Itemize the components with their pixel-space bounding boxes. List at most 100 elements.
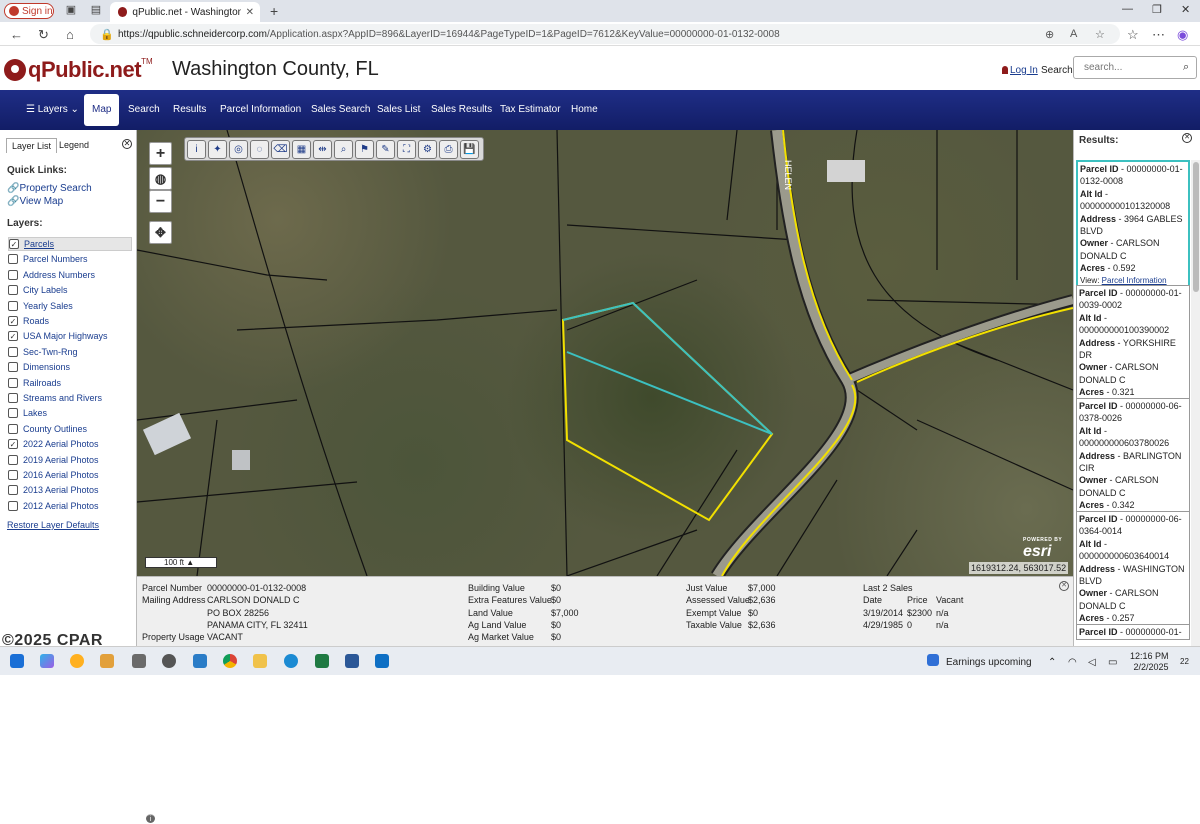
- scale-bar[interactable]: 100 ft ▲: [145, 557, 217, 568]
- zoom-out-button[interactable]: −: [149, 190, 172, 213]
- zoom-in-button[interactable]: +: [149, 142, 172, 165]
- layer-checkbox[interactable]: [8, 500, 18, 511]
- extent-icon[interactable]: ⛶: [397, 139, 416, 159]
- close-results-icon[interactable]: ✕: [1182, 133, 1192, 143]
- share-icon[interactable]: ⚙: [418, 139, 437, 159]
- nav-sales-results[interactable]: Sales Results: [423, 90, 500, 130]
- back-icon[interactable]: ←: [10, 27, 23, 42]
- search-input[interactable]: search...: [1073, 56, 1197, 79]
- news-widget-label[interactable]: Earnings upcoming: [946, 657, 1032, 668]
- layer-item[interactable]: Railroads: [8, 376, 132, 390]
- search-icon[interactable]: ⌕: [1183, 61, 1189, 74]
- search-map-icon[interactable]: ⌕: [334, 139, 353, 159]
- measure-icon[interactable]: ⇹: [313, 139, 332, 159]
- login-link[interactable]: Log In: [1010, 65, 1038, 76]
- favorites-icon[interactable]: ☆: [1127, 27, 1139, 43]
- outlook-icon[interactable]: [375, 654, 389, 668]
- layer-checkbox[interactable]: [8, 454, 18, 465]
- result-card[interactable]: Parcel ID - 00000000-06-0378-0026 Alt Id …: [1076, 398, 1190, 527]
- save-icon[interactable]: 💾: [460, 139, 479, 159]
- firefox-icon[interactable]: [70, 654, 84, 668]
- pan-button[interactable]: ✥: [149, 221, 172, 244]
- nav-results[interactable]: Results: [165, 90, 214, 130]
- layer-checkbox[interactable]: [8, 470, 18, 480]
- close-info-icon[interactable]: ✕: [1059, 581, 1069, 591]
- layer-checkbox[interactable]: [8, 362, 18, 373]
- volume-icon[interactable]: ◁: [1088, 657, 1096, 668]
- nav-sales-list[interactable]: Sales List: [369, 90, 428, 130]
- layer-checkbox[interactable]: [8, 377, 18, 388]
- layer-item[interactable]: Address Numbers: [8, 268, 132, 282]
- excel-icon[interactable]: [315, 654, 329, 668]
- url-field[interactable]: 🔒 https://qpublic.schneidercorp.com/Appl…: [90, 24, 1120, 44]
- layer-checkbox[interactable]: [8, 254, 18, 265]
- network-icon[interactable]: ◠: [1068, 657, 1077, 668]
- layer-item[interactable]: 2013 Aerial Photos: [8, 483, 132, 497]
- browser-signin-button[interactable]: Sign in: [4, 3, 54, 19]
- tab-layer-list[interactable]: Layer List: [6, 138, 58, 153]
- qpublic-logo[interactable]: qPublic.net TM: [4, 57, 153, 83]
- maximize-icon[interactable]: ❐: [1152, 3, 1162, 16]
- layer-info-icon[interactable]: i: [146, 814, 155, 823]
- layer-item[interactable]: 2012 Aerial Photos: [8, 499, 132, 513]
- pencil-icon[interactable]: ✎: [376, 139, 395, 159]
- globe-button[interactable]: ◍: [149, 167, 172, 190]
- result-card[interactable]: Parcel ID - 00000000-01-0039-0002 Alt Id …: [1076, 285, 1190, 414]
- zoom-icon[interactable]: ⊕: [1045, 28, 1054, 41]
- layer-checkbox[interactable]: [8, 269, 18, 280]
- tab-legend[interactable]: Legend: [54, 138, 94, 152]
- layer-item[interactable]: Dimensions: [8, 360, 132, 374]
- snipping-tool-icon[interactable]: [193, 654, 207, 668]
- read-aloud-icon[interactable]: A: [1070, 28, 1077, 40]
- layer-checkbox[interactable]: [8, 300, 18, 311]
- workspaces-icon[interactable]: ▣: [65, 4, 77, 16]
- nav-home[interactable]: Home: [563, 90, 606, 130]
- close-panel-icon[interactable]: ✕: [122, 139, 132, 149]
- new-tab-icon[interactable]: +: [270, 3, 278, 19]
- layer-item[interactable]: County Outlines: [8, 422, 132, 436]
- layer-item[interactable]: Lakes: [8, 406, 132, 420]
- result-card[interactable]: Parcel ID - 00000000-01-0132-0008 Alt Id …: [1076, 160, 1190, 291]
- notification-badge[interactable]: 22: [1180, 657, 1189, 666]
- layer-item[interactable]: Yearly Sales: [8, 299, 132, 313]
- layer-item[interactable]: ✓ Parcels i: [8, 237, 155, 823]
- layer-item[interactable]: 2019 Aerial Photos: [8, 453, 132, 467]
- nav-layers[interactable]: ☰ Layers ⌄: [18, 90, 87, 130]
- stamp-icon[interactable]: ⚑: [355, 139, 374, 159]
- layer-checkbox[interactable]: ✓: [8, 316, 18, 326]
- close-tab-icon[interactable]: ✕: [246, 7, 254, 18]
- copilot-app-icon[interactable]: [40, 654, 54, 668]
- layer-checkbox[interactable]: [8, 485, 18, 496]
- file-explorer-icon[interactable]: [100, 654, 114, 668]
- scroll-thumb[interactable]: [1193, 162, 1199, 292]
- home-icon[interactable]: ⌂: [66, 27, 74, 42]
- result-card[interactable]: Parcel ID - 00000000-06-0364-0014 Alt Id …: [1076, 511, 1190, 640]
- layer-item[interactable]: ✓ 2022 Aerial Photos: [8, 437, 132, 451]
- tray-chevron-icon[interactable]: ⌃: [1048, 657, 1056, 668]
- minimize-icon[interactable]: —: [1122, 3, 1133, 15]
- layer-checkbox[interactable]: ✓: [8, 439, 18, 450]
- layers-icon[interactable]: ▦: [292, 139, 311, 159]
- layer-item[interactable]: Streams and Rivers: [8, 391, 132, 405]
- nav-parcel-information[interactable]: Parcel Information: [212, 90, 309, 130]
- browser-tab-active[interactable]: qPublic.net - Washington County ✕: [110, 2, 260, 22]
- identify-icon[interactable]: i: [187, 139, 206, 159]
- layer-item[interactable]: Parcel Numbers: [8, 252, 132, 266]
- layer-item[interactable]: Sec-Twn-Rng: [8, 345, 132, 359]
- edge-icon[interactable]: [284, 654, 298, 668]
- buffer-icon[interactable]: ◎: [229, 139, 248, 159]
- nav-map[interactable]: Map: [84, 94, 120, 126]
- layer-item[interactable]: 2016 Aerial Photos: [8, 468, 132, 482]
- layer-item[interactable]: City Labels: [8, 283, 132, 297]
- results-scrollbar[interactable]: [1191, 160, 1200, 646]
- tab-actions-icon[interactable]: ▤: [90, 4, 102, 16]
- start-icon[interactable]: [10, 654, 24, 668]
- property-search-link[interactable]: 🔗Property Search: [7, 183, 92, 194]
- layer-checkbox[interactable]: [8, 423, 18, 434]
- word-icon[interactable]: [345, 654, 359, 668]
- layer-item[interactable]: ✓ USA Major Highways: [8, 329, 132, 343]
- select-icon[interactable]: ✦: [208, 139, 227, 159]
- eraser-icon[interactable]: ⌫: [271, 139, 290, 159]
- more-menu-icon[interactable]: ⋯: [1152, 27, 1165, 43]
- layer-checkbox[interactable]: ✓: [8, 331, 18, 342]
